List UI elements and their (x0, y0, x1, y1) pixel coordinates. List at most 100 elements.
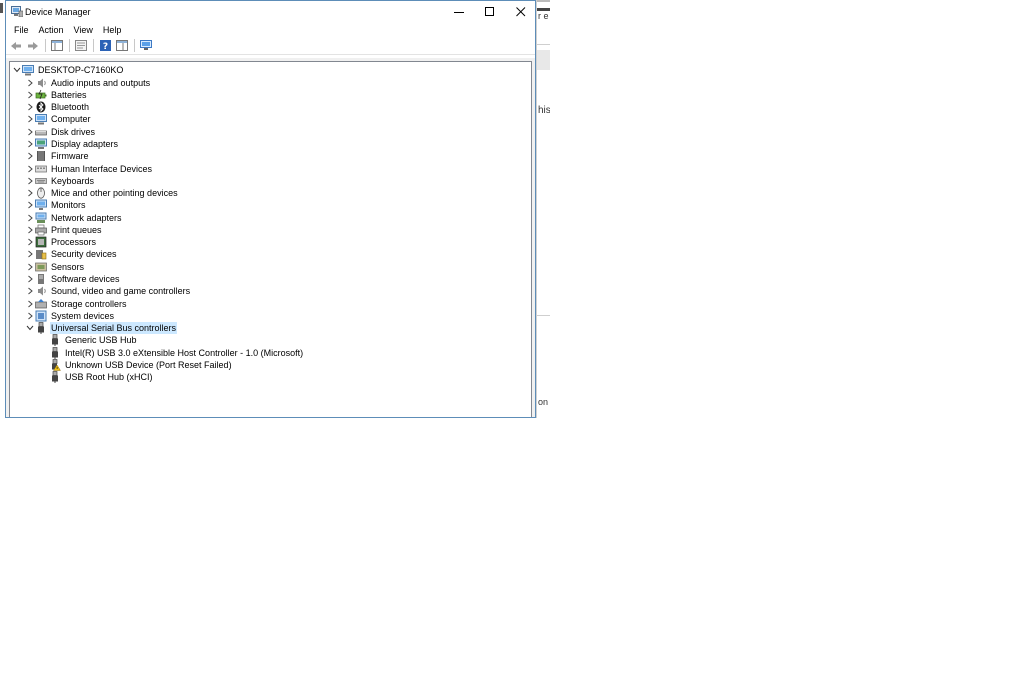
tree-category[interactable]: Bluetooth (25, 101, 90, 113)
toolbar-separator (134, 39, 135, 52)
tree-category[interactable]: Batteries (25, 89, 88, 101)
tree-category[interactable]: Network adapters (25, 212, 123, 224)
chevron-right-icon[interactable] (25, 101, 35, 113)
maximize-button[interactable] (474, 1, 505, 23)
chevron-right-icon[interactable] (25, 298, 35, 310)
menu-help[interactable]: Help (98, 23, 127, 37)
background-divider (537, 315, 550, 316)
battery-icon (35, 89, 47, 101)
close-button[interactable] (505, 1, 536, 23)
tree-category-label: Print queues (51, 224, 102, 235)
chevron-right-icon[interactable] (25, 89, 35, 101)
tree-category-label: Batteries (51, 89, 87, 100)
tree-category[interactable]: Universal Serial Bus controllers (25, 322, 178, 335)
chevron-right-icon[interactable] (25, 187, 35, 199)
show-hide-console-tree-button[interactable] (49, 39, 65, 53)
device-manager-app-icon (11, 6, 23, 17)
tree-category[interactable]: Sound, video and game controllers (25, 285, 191, 297)
usb-icon (49, 371, 61, 384)
chevron-right-icon[interactable] (25, 261, 35, 273)
device-manager-window: Device Manager File Action View Help ? D… (5, 0, 536, 418)
chevron-right-icon[interactable] (25, 310, 35, 322)
tree-category[interactable]: Disk drives (25, 126, 96, 138)
display-adapter-icon (35, 138, 47, 150)
tree-category[interactable]: Software devices (25, 273, 121, 285)
usb-icon (35, 322, 47, 335)
chevron-right-icon[interactable] (25, 126, 35, 138)
tree-category[interactable]: Audio inputs and outputs (25, 77, 151, 89)
menu-file[interactable]: File (9, 23, 34, 37)
chevron-down-icon[interactable] (25, 322, 35, 334)
tree-category-label: Network adapters (51, 212, 122, 223)
tree-category[interactable]: Print queues (25, 224, 103, 236)
tree-category[interactable]: Computer (25, 113, 92, 125)
chevron-right-icon[interactable] (25, 248, 35, 260)
tree-device-item[interactable]: Unknown USB Device (Port Reset Failed) (49, 359, 233, 371)
menu-bar: File Action View Help (6, 23, 535, 37)
help-button[interactable]: ? (97, 39, 113, 53)
chevron-right-icon[interactable] (25, 273, 35, 285)
chevron-right-icon[interactable] (25, 175, 35, 187)
tree-device-item[interactable]: Intel(R) USB 3.0 eXtensible Host Control… (49, 346, 304, 359)
tree-category[interactable]: Firmware (25, 150, 90, 162)
tree-category-label: Processors (51, 237, 97, 248)
forward-arrow-icon (28, 41, 38, 50)
chevron-right-icon[interactable] (25, 212, 35, 224)
tree-category[interactable]: Human Interface Devices (25, 163, 153, 175)
menu-view[interactable]: View (69, 23, 98, 37)
tree-category-label: Disk drives (51, 126, 96, 137)
minimize-icon (453, 12, 464, 13)
tree-category-label: Sound, video and game controllers (51, 286, 191, 297)
background-divider (537, 44, 550, 45)
back-button[interactable] (8, 39, 24, 53)
chevron-down-icon[interactable] (12, 64, 22, 76)
tree-device-item[interactable]: USB Root Hub (xHCI) (49, 371, 154, 384)
tree-category[interactable]: Monitors (25, 199, 87, 211)
window-title: Device Manager (25, 7, 91, 17)
tree-category[interactable]: Processors (25, 236, 97, 248)
tree-category-label: Mice and other pointing devices (51, 188, 178, 198)
tree-category[interactable]: Sensors (25, 261, 85, 273)
mouse-icon (35, 187, 47, 199)
chevron-right-icon[interactable] (25, 150, 35, 162)
menu-action[interactable]: Action (34, 23, 69, 37)
chevron-right-icon[interactable] (25, 138, 35, 150)
tree-category[interactable]: System devices (25, 310, 115, 322)
forward-button[interactable] (25, 39, 41, 53)
tree-category[interactable]: Keyboards (25, 175, 95, 187)
title-bar[interactable]: Device Manager (6, 1, 535, 23)
chevron-right-icon[interactable] (25, 163, 35, 175)
chevron-right-icon[interactable] (25, 199, 35, 211)
tree-category-label: Bluetooth (51, 102, 90, 113)
properties-icon (75, 40, 87, 51)
tree-category[interactable]: Display adapters (25, 138, 119, 150)
device-tree[interactable]: DESKTOP-C7160KO Audio inputs and outputs… (9, 61, 532, 417)
scan-hardware-button[interactable] (138, 39, 154, 53)
properties-button[interactable] (73, 39, 89, 53)
tree-root-node[interactable]: DESKTOP-C7160KO (12, 64, 124, 76)
toolbar-separator (69, 39, 70, 52)
tree-device-label: Unknown USB Device (Port Reset Failed) (65, 359, 232, 370)
background-input (537, 50, 550, 70)
close-icon (515, 7, 525, 17)
action-pane-button[interactable] (114, 39, 130, 53)
tree-category[interactable]: Storage controllers (25, 298, 128, 310)
tree-category[interactable]: Mice and other pointing devices (25, 187, 179, 199)
monitor-icon (139, 40, 152, 50)
tree-category[interactable]: Security devices (25, 248, 118, 260)
tree-category-label: Software devices (51, 274, 120, 284)
security-device-icon (35, 248, 47, 260)
chevron-right-icon[interactable] (25, 224, 35, 236)
chevron-right-icon[interactable] (25, 113, 35, 125)
chevron-right-icon[interactable] (25, 285, 35, 297)
printer-icon (35, 224, 47, 236)
tree-device-item[interactable]: Generic USB Hub (49, 334, 138, 347)
background-window-tick (0, 3, 3, 13)
usb-icon (49, 346, 61, 359)
background-text-fragment: on (538, 397, 549, 407)
chevron-right-icon[interactable] (25, 77, 35, 89)
chevron-right-icon[interactable] (25, 236, 35, 248)
keyboard-icon (35, 175, 47, 187)
background-text-fragment: his (538, 105, 550, 116)
minimize-button[interactable] (443, 1, 474, 23)
